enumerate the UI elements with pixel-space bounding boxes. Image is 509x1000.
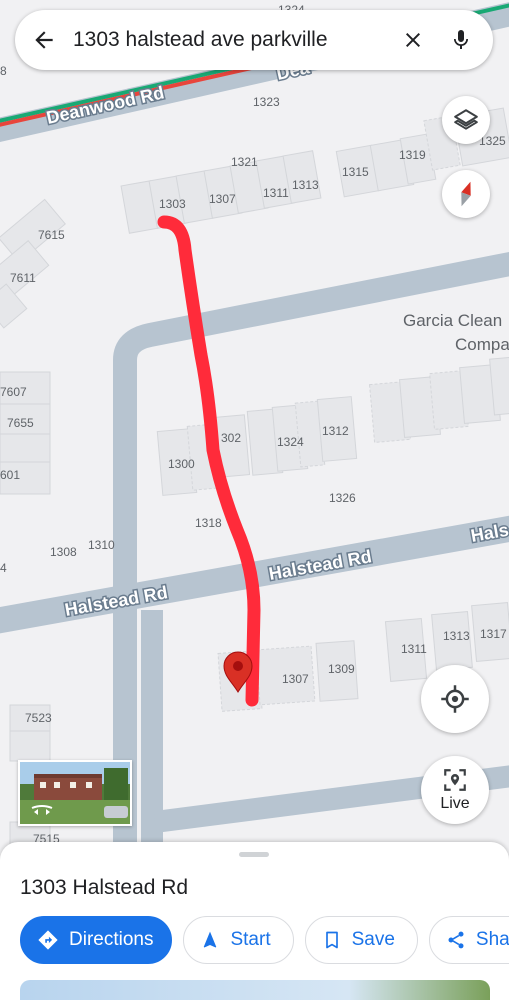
search-bar[interactable]: 1303 halstead ave parkville (15, 10, 493, 70)
place-title: 1303 Halstead Rd (20, 876, 189, 899)
compass-button[interactable] (442, 170, 490, 218)
back-button[interactable] (15, 27, 73, 53)
directions-button[interactable]: Directions (20, 916, 173, 964)
navigation-arrow-icon (204, 931, 217, 948)
house-number: 302 (221, 431, 241, 445)
my-location-icon (441, 685, 469, 713)
search-query[interactable]: 1303 halstead ave parkville (73, 28, 389, 52)
house-number: 1300 (168, 457, 195, 471)
house-number: 1318 (195, 516, 222, 530)
action-chips: Directions Start Save Sha (20, 916, 509, 964)
house-number: 1310 (88, 538, 115, 552)
house-number: 1313 (443, 629, 470, 643)
house-number: 7607 (0, 385, 27, 399)
layers-button[interactable] (442, 96, 490, 144)
live-view-button[interactable]: Live (421, 756, 489, 824)
close-icon (406, 33, 420, 47)
house-number: 1317 (480, 627, 507, 641)
mic-icon (454, 30, 468, 49)
back-arrow-icon (35, 31, 53, 49)
house-number: 7615 (38, 228, 65, 242)
bookmark-icon (325, 931, 338, 949)
house-number: 601 (0, 468, 20, 482)
directions-icon (38, 930, 58, 950)
directions-label: Directions (69, 929, 154, 950)
house-number: 1309 (328, 662, 355, 676)
drag-handle[interactable] (239, 852, 269, 857)
compass-icon (461, 181, 471, 207)
house-number: 1307 (282, 672, 309, 686)
house-number: 1313 (292, 178, 319, 192)
share-icon (448, 931, 464, 949)
live-view-label: Live (440, 795, 470, 812)
house-number: 4 (0, 561, 7, 575)
voice-search-button[interactable] (437, 28, 485, 52)
start-button[interactable]: Start (183, 916, 294, 964)
street-view-thumbnail[interactable] (18, 760, 132, 826)
live-view-icon (444, 769, 466, 791)
clear-search-button[interactable] (389, 28, 437, 52)
layers-icon (454, 109, 478, 130)
house-number: 7611 (10, 271, 36, 285)
street-view-image (20, 762, 130, 824)
house-number: 1307 (209, 192, 236, 206)
save-label: Save (351, 929, 395, 950)
house-number: 8 (0, 64, 7, 78)
house-number: 1312 (322, 424, 349, 438)
start-label: Start (230, 929, 271, 950)
house-number: 1308 (50, 545, 77, 559)
house-number: 1319 (399, 148, 426, 162)
house-number: 1303 (159, 197, 186, 211)
my-location-button[interactable] (421, 665, 489, 733)
share-button[interactable]: Sha (428, 916, 509, 964)
house-number: 1326 (329, 491, 356, 505)
house-number: 1321 (231, 155, 258, 169)
house-number: 1323 (253, 95, 280, 109)
house-number: 7655 (7, 416, 34, 430)
save-button[interactable]: Save (304, 916, 418, 964)
house-number: 1311 (263, 186, 289, 200)
poi-label-line2[interactable]: Compa (455, 335, 509, 354)
house-number: 1315 (342, 165, 369, 179)
poi-label-line1[interactable]: Garcia Clean (403, 311, 502, 330)
house-number: 1311 (401, 642, 427, 656)
place-photo-strip[interactable] (20, 980, 490, 1000)
house-number: 7523 (25, 711, 52, 725)
share-label: Sha (475, 929, 509, 950)
house-number: 1324 (277, 435, 304, 449)
place-bottom-sheet[interactable]: 1303 Halstead Rd Directions Start Save S… (0, 842, 509, 1000)
